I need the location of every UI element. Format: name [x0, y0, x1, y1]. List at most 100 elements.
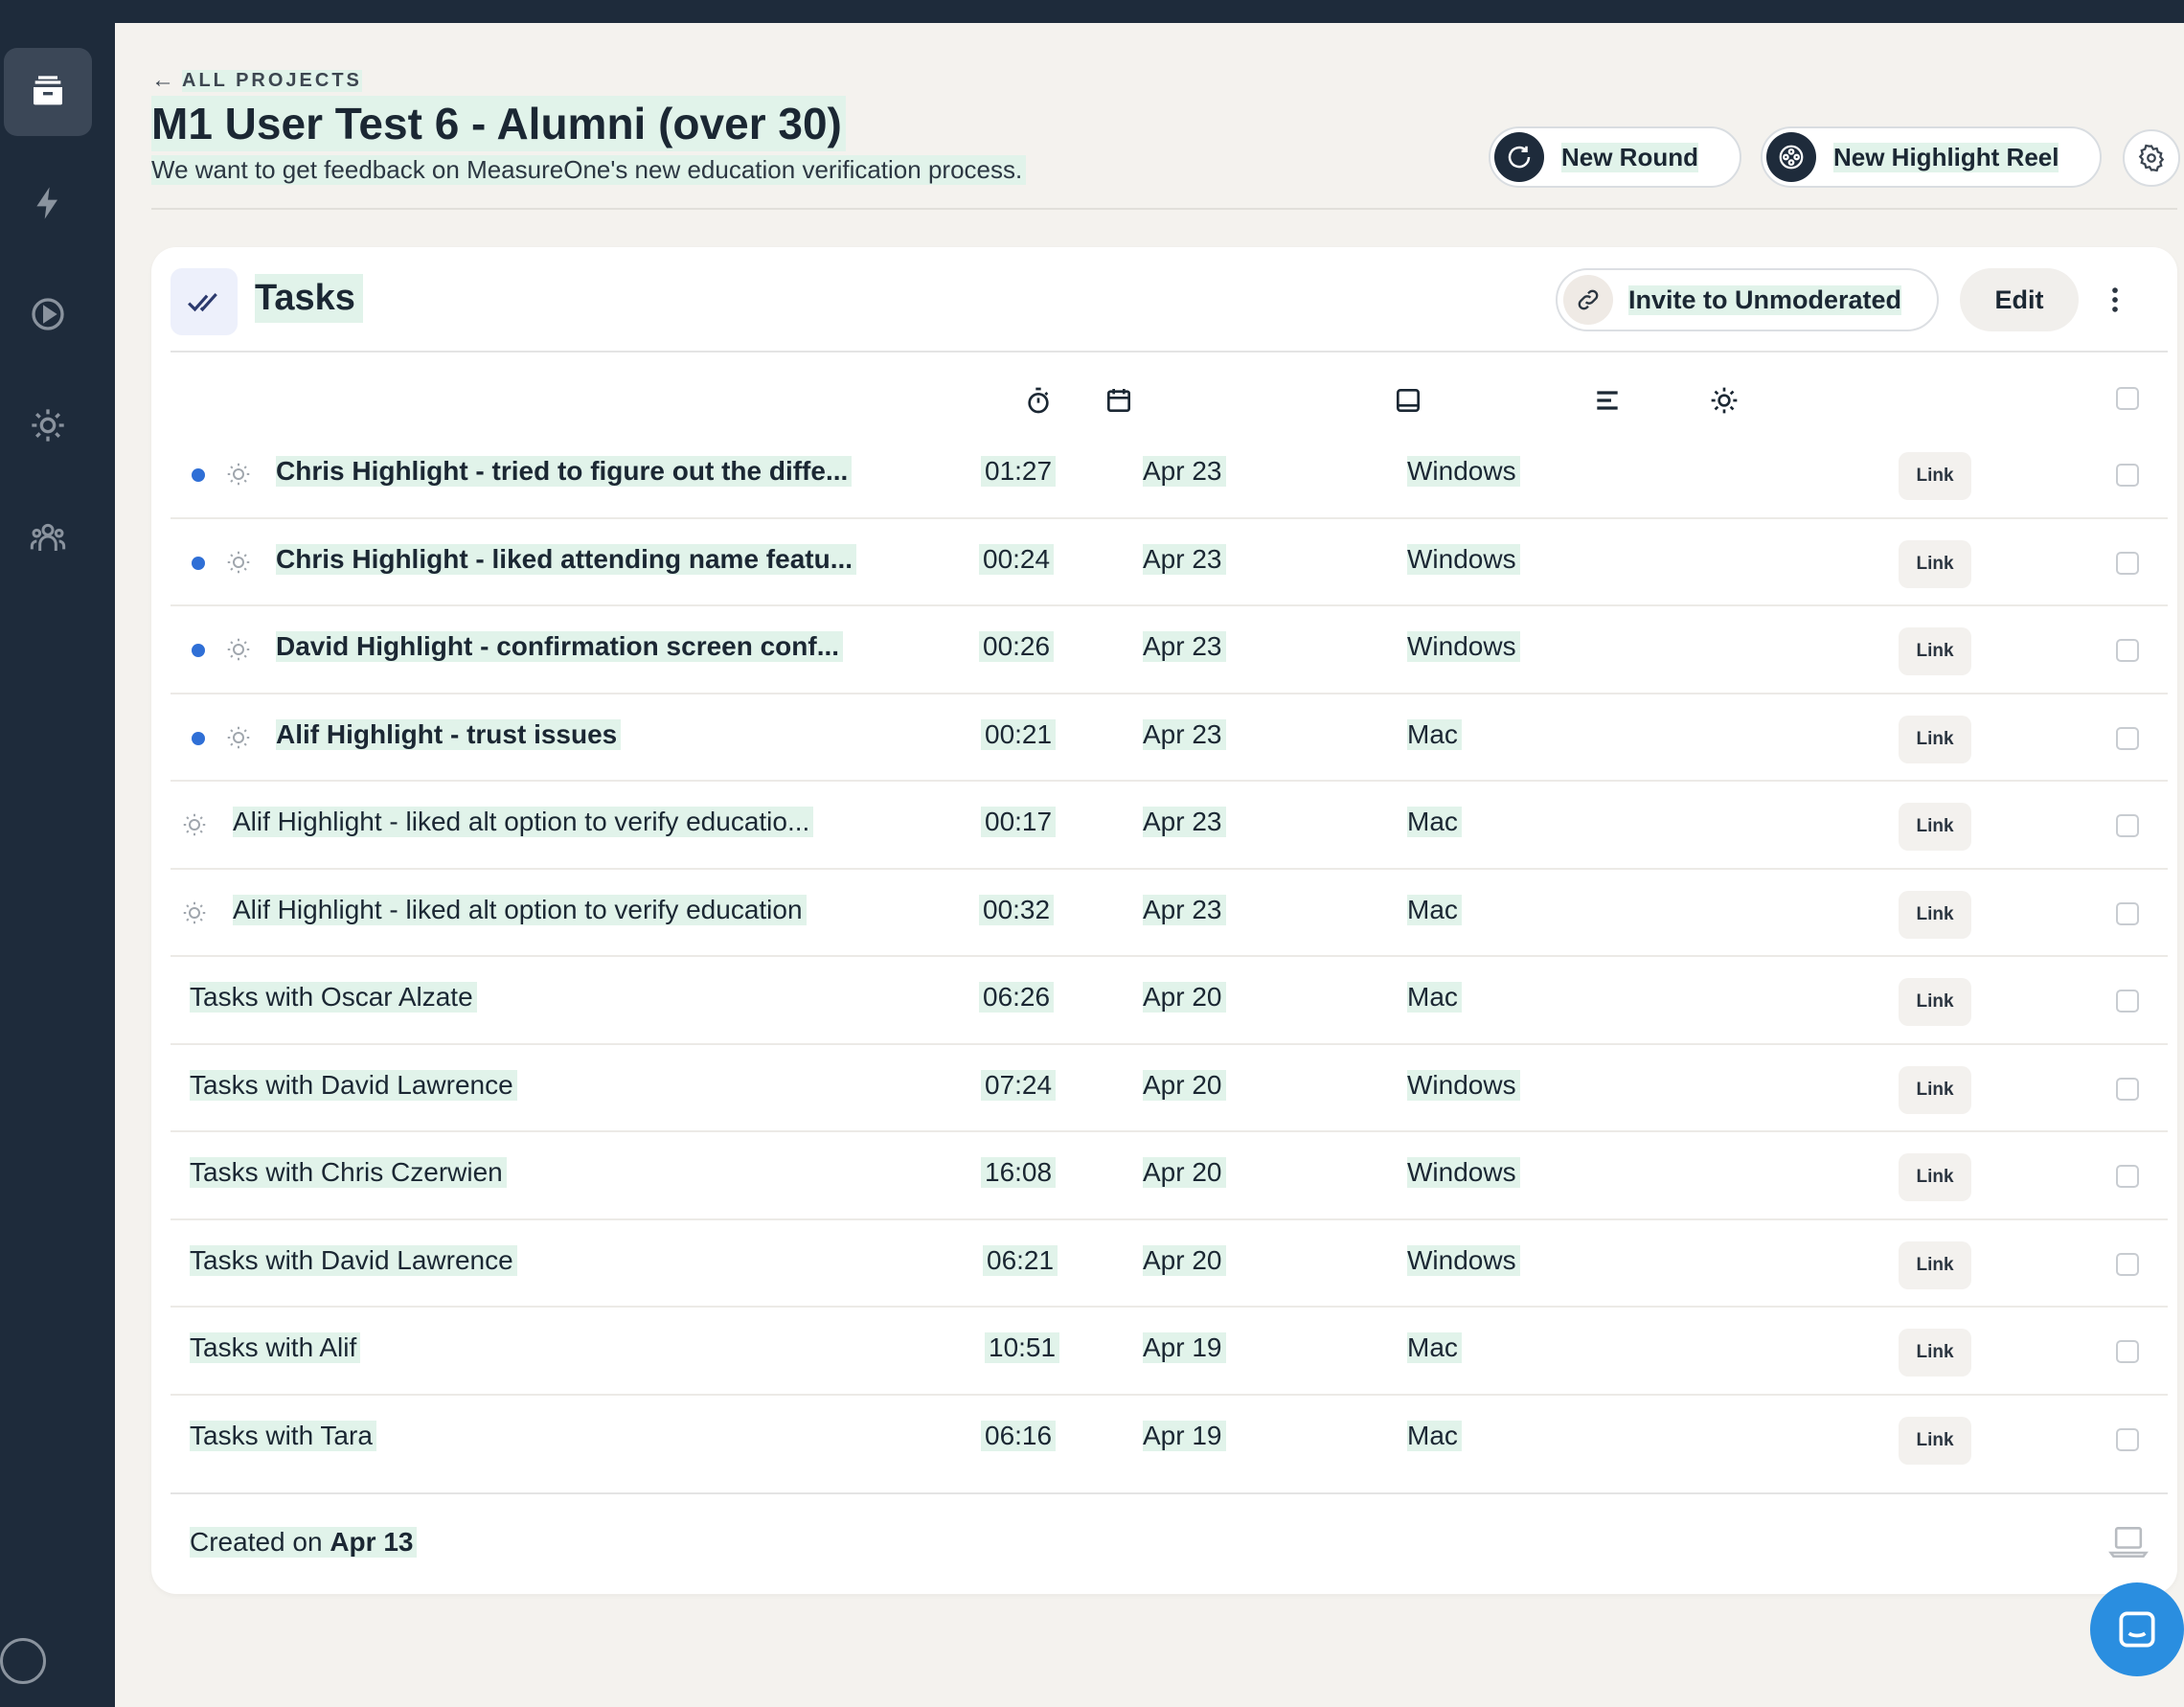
row-duration: 00:24	[979, 543, 1055, 575]
unread-dot	[192, 556, 205, 570]
top-bar	[0, 0, 2184, 23]
row-os: Windows	[1407, 543, 1520, 575]
sun-icon	[32, 409, 64, 442]
table-row[interactable]: David Highlight - confirmation screen co…	[171, 606, 2168, 694]
back-label: ALL PROJECTS	[182, 69, 362, 92]
row-link-button[interactable]: Link	[1899, 452, 1971, 500]
row-title: Tasks with Chris Czerwien	[190, 1157, 507, 1188]
row-link-button[interactable]: Link	[1899, 1329, 1971, 1377]
row-link-button[interactable]: Link	[1899, 1153, 1971, 1201]
arrow-left-icon: ←	[151, 67, 174, 93]
invite-unmoderated-button[interactable]: Invite to Unmoderated	[1556, 268, 1939, 331]
row-os: Windows	[1407, 456, 1520, 487]
table-row[interactable]: Tasks with Tara 06:16 Apr 19 Mac Link	[171, 1396, 2168, 1484]
film-reel-icon	[1766, 132, 1816, 182]
row-checkbox[interactable]	[2116, 1427, 2139, 1451]
row-link-button[interactable]: Link	[1899, 1240, 1971, 1289]
tasks-list: Chris Highlight - tried to figure out th…	[171, 431, 2168, 1483]
row-link-button[interactable]: Link	[1899, 890, 1971, 939]
new-highlight-reel-button[interactable]: New Highlight Reel	[1761, 126, 2102, 188]
row-title: Alif Highlight - liked alt option to ver…	[233, 894, 807, 925]
row-duration: 06:26	[979, 982, 1055, 1013]
row-link-button[interactable]: Link	[1899, 1065, 1971, 1114]
unread-dot	[192, 731, 205, 745]
sidebar-item-highlights[interactable]	[4, 381, 92, 469]
card-divider	[171, 351, 2168, 353]
table-row[interactable]: Tasks with Chris Czerwien 16:08 Apr 20 W…	[171, 1132, 2168, 1220]
sidebar	[0, 0, 115, 1707]
table-row[interactable]: Tasks with Alif 10:51 Apr 19 Mac Link	[171, 1308, 2168, 1396]
sidebar-item-insights[interactable]	[4, 159, 92, 247]
sun-icon	[227, 463, 250, 486]
users-icon	[30, 523, 66, 551]
row-os: Mac	[1407, 718, 1462, 750]
col-notes-header[interactable]	[1592, 383, 1623, 418]
device-icon	[1397, 389, 1420, 412]
new-round-button[interactable]: New Round	[1489, 126, 1741, 188]
unread-dot	[192, 644, 205, 657]
profile-circle[interactable]	[0, 1638, 46, 1684]
new-round-label: New Round	[1561, 142, 1698, 172]
project-settings-button[interactable]	[2123, 129, 2180, 187]
row-date: Apr 20	[1143, 1157, 1226, 1188]
link-icon	[1563, 275, 1613, 325]
stopwatch-icon	[1028, 387, 1049, 414]
sun-icon	[227, 638, 250, 661]
row-os: Windows	[1407, 631, 1520, 662]
laptop-icon	[2108, 1527, 2149, 1558]
sidebar-item-projects[interactable]	[4, 48, 92, 136]
row-checkbox[interactable]	[2116, 551, 2139, 575]
table-row[interactable]: Tasks with David Lawrence 06:21 Apr 20 W…	[171, 1220, 2168, 1308]
row-title: David Highlight - confirmation screen co…	[276, 631, 844, 662]
table-row[interactable]: Chris Highlight - tried to figure out th…	[171, 431, 2168, 519]
row-link-button[interactable]: Link	[1899, 978, 1971, 1026]
select-all-checkbox[interactable]	[2116, 387, 2139, 410]
created-date: Apr 13	[330, 1527, 414, 1557]
row-title: Tasks with Alif	[190, 1332, 361, 1363]
row-date: Apr 20	[1143, 982, 1226, 1013]
row-link-button[interactable]: Link	[1899, 539, 1971, 588]
back-to-projects-link[interactable]: ← ALL PROJECTS	[151, 67, 362, 94]
row-os: Windows	[1407, 1244, 1520, 1276]
table-row[interactable]: Tasks with David Lawrence 07:24 Apr 20 W…	[171, 1045, 2168, 1132]
row-duration: 00:21	[981, 718, 1057, 750]
row-checkbox[interactable]	[2116, 1165, 2139, 1188]
row-title: Tasks with Oscar Alzate	[190, 982, 477, 1013]
table-row[interactable]: Tasks with Oscar Alzate 06:26 Apr 20 Mac…	[171, 957, 2168, 1045]
col-device-header[interactable]	[1393, 383, 1423, 418]
table-row[interactable]: Chris Highlight - liked attending name f…	[171, 519, 2168, 606]
row-checkbox[interactable]	[2116, 990, 2139, 1013]
sidebar-item-participants[interactable]	[4, 492, 92, 580]
edit-button[interactable]: Edit	[1960, 268, 2079, 331]
col-duration-header[interactable]	[1023, 383, 1054, 418]
table-row[interactable]: Alif Highlight - trust issues 00:21 Apr …	[171, 694, 2168, 782]
row-checkbox[interactable]	[2116, 1340, 2139, 1363]
row-checkbox[interactable]	[2116, 1252, 2139, 1276]
chat-widget-button[interactable]	[2090, 1582, 2184, 1676]
row-date: Apr 23	[1143, 807, 1226, 837]
row-checkbox[interactable]	[2116, 814, 2139, 837]
table-row[interactable]: Alif Highlight - liked alt option to ver…	[171, 782, 2168, 870]
row-title: Alif Highlight - trust issues	[276, 718, 622, 750]
row-checkbox[interactable]	[2116, 901, 2139, 925]
row-link-button[interactable]: Link	[1899, 715, 1971, 763]
row-link-button[interactable]: Link	[1899, 803, 1971, 851]
sun-icon	[227, 726, 250, 748]
row-checkbox[interactable]	[2116, 1077, 2139, 1101]
sun-icon	[227, 551, 250, 573]
row-link-button[interactable]: Link	[1899, 1416, 1971, 1465]
more-options-button[interactable]	[2096, 276, 2134, 324]
table-row[interactable]: Alif Highlight - liked alt option to ver…	[171, 870, 2168, 957]
row-link-button[interactable]: Link	[1899, 627, 1971, 675]
sun-icon	[1711, 387, 1738, 414]
row-date: Apr 19	[1143, 1420, 1226, 1451]
col-date-header[interactable]	[1103, 383, 1134, 418]
row-title: Tasks with David Lawrence	[190, 1244, 517, 1276]
row-checkbox[interactable]	[2116, 639, 2139, 662]
col-highlight-header[interactable]	[1709, 383, 1740, 418]
row-duration: 01:27	[981, 456, 1057, 487]
row-checkbox[interactable]	[2116, 464, 2139, 487]
sidebar-item-sessions[interactable]	[4, 270, 92, 358]
archive-icon	[34, 76, 62, 105]
row-checkbox[interactable]	[2116, 726, 2139, 750]
